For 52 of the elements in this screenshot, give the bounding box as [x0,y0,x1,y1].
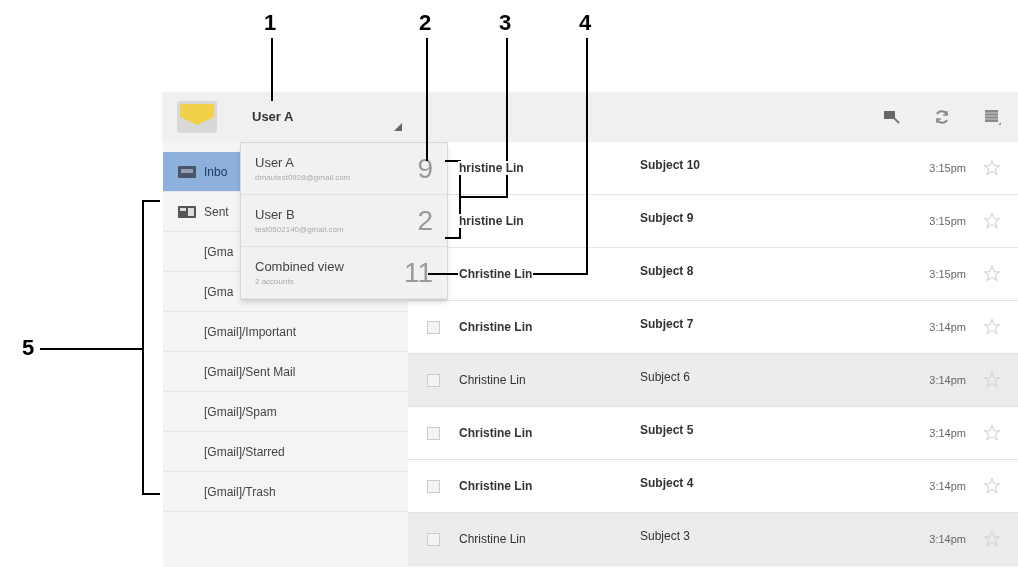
checkbox[interactable] [426,373,440,387]
subject-text: Subject 7 [640,316,694,333]
checkbox[interactable] [426,479,440,493]
sender-name: Christine Lin [458,426,534,440]
subject-text: Subject 4 [640,475,694,492]
subject-text: Subject 8 [640,263,694,280]
star-icon[interactable] [983,159,1001,177]
sender-name: Christine Lin [458,373,527,387]
star-icon[interactable] [983,212,1001,230]
star-icon[interactable] [983,265,1001,283]
callout-number: 2 [419,12,432,34]
sender-name: hristine Lin [458,161,525,175]
sender-name: Christine Lin [458,532,527,546]
callout-number: 3 [499,12,512,34]
star-icon[interactable] [983,530,1001,548]
sender-name: Christine Lin [458,479,534,493]
callout-number: 5 [22,337,35,359]
subject-text: Subject 9 [640,210,694,227]
star-icon[interactable] [983,371,1001,389]
callout-number: 1 [264,12,277,34]
star-icon[interactable] [983,477,1001,495]
inbox-icon [178,165,196,178]
refresh-icon[interactable] [934,109,950,125]
time-text: 3:15pm [929,160,966,176]
subject-text: Subject 6 [640,369,691,386]
star-icon[interactable] [983,318,1001,336]
subject-text: Subject 3 [640,528,691,545]
menu-icon[interactable] [984,108,1002,126]
time-text: 3:14pm [929,478,966,494]
time-text: 3:15pm [929,266,966,282]
account-item[interactable]: User A dmautest0928@gmail.com 9 [241,143,447,195]
checkbox[interactable] [426,532,440,546]
sender-name: Christine Lin [458,267,534,281]
subject-text: Subject 5 [640,422,694,439]
checkbox[interactable] [426,426,440,440]
dropdown-corner-icon [394,123,402,131]
mail-app-icon [177,101,217,133]
time-text: 3:14pm [929,425,966,441]
account-dropdown[interactable]: User A [252,99,402,135]
time-text: 3:15pm [929,213,966,229]
sender-name: hristine Lin [458,214,525,228]
leader-line [271,37,273,102]
account-item[interactable]: User B test0502140@gmail.com 2 [241,195,447,247]
time-text: 3:14pm [929,372,966,388]
time-text: 3:14pm [929,319,966,335]
callout-number: 4 [579,12,592,34]
star-icon[interactable] [983,424,1001,442]
time-text: 3:14pm [929,531,966,547]
sender-name: Christine Lin [458,320,534,334]
checkbox[interactable] [426,320,440,334]
subject-text: Subject 10 [640,157,701,174]
sent-icon [178,205,196,218]
